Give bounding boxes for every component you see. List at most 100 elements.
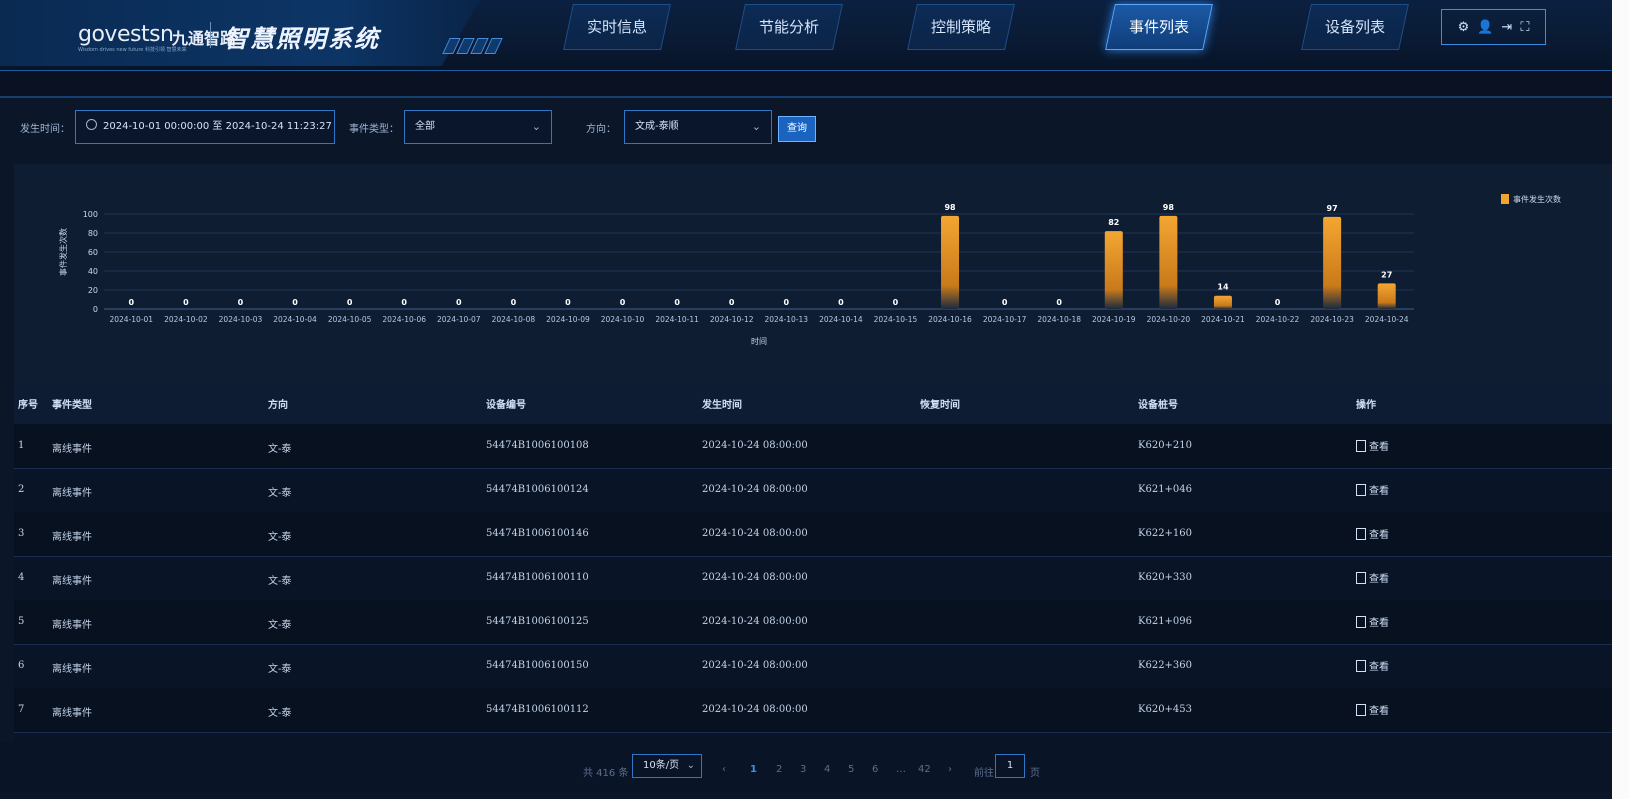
page-3[interactable]: 3 (800, 764, 806, 775)
direction-value: 文成-泰顺 (635, 121, 679, 132)
nav-tab-strategy[interactable]: 控制策略 (907, 4, 1015, 50)
y-tick-label: 60 (88, 248, 98, 257)
fullscreen-icon[interactable]: ⛶ (1520, 20, 1529, 35)
value-label-2024-10-09: 0 (565, 298, 571, 307)
user-icon[interactable]: 👤 (1477, 20, 1493, 35)
page-size-value: 10条/页 (643, 760, 680, 771)
value-label-2024-10-19: 82 (1108, 218, 1119, 227)
cell-time: 2024-10-24 08:00:00 (702, 660, 808, 671)
time-range-picker[interactable]: 2024-10-01 00:00:00 至 2024-10-24 11:23:2… (75, 110, 335, 144)
event-type-select[interactable]: 全部 ⌄ (404, 110, 552, 144)
cell-direction: 文-泰 (268, 576, 292, 587)
document-icon (1356, 704, 1366, 716)
cell-device: 54474B1006100124 (486, 484, 589, 495)
goto-input[interactable]: 1 (995, 754, 1025, 778)
app-frame: govestsn 九通智路 Wisdom drives new future 科… (0, 0, 1612, 799)
x-tick-label-2024-10-15: 2024-10-15 (874, 315, 918, 324)
cell-direction: 文-泰 (268, 444, 292, 455)
view-button[interactable]: 查看 (1356, 614, 1389, 629)
cell-no: 3 (18, 528, 25, 539)
page-ellipsis[interactable]: … (896, 764, 906, 775)
page-42[interactable]: 42 (918, 764, 931, 775)
page-size-select[interactable]: 10条/页 ⌄ (632, 754, 702, 778)
table-row: 4 离线事件 文-泰 54474B1006100110 2024-10-24 08:00… (14, 556, 1612, 601)
x-tick-label-2024-10-02: 2024-10-02 (164, 315, 208, 324)
x-tick-label-2024-10-19: 2024-10-19 (1092, 315, 1136, 324)
chevron-down-icon: ⌄ (686, 760, 695, 771)
cell-direction: 文-泰 (268, 664, 292, 675)
event-table: 序号 事件类型 方向 设备编号 发生时间 恢复时间 设备桩号 操作 1 离线事件文… (14, 384, 1612, 744)
view-button[interactable]: 查看 (1356, 658, 1389, 673)
chart-bars (941, 215, 1396, 309)
page-6[interactable]: 6 (872, 764, 878, 775)
page-2[interactable]: 2 (776, 764, 782, 775)
view-button[interactable]: 查看 (1356, 570, 1389, 585)
gear-icon[interactable]: ⚙ (1458, 20, 1470, 35)
event-bar-chart: 0 20 40 60 80 100 0 2024-10-01 0 2024-10-02 0 2024-… (58, 194, 1561, 346)
bar-2024-10-19 (1104, 231, 1123, 309)
nav-tab-devices[interactable]: 设备列表 (1301, 4, 1409, 50)
logo-wordmark: govestsn (78, 22, 174, 47)
value-label-2024-10-05: 0 (347, 298, 353, 307)
cell-stake: K620+210 (1138, 440, 1193, 451)
prev-page-button[interactable]: ‹ (722, 764, 726, 775)
bar-2024-10-16 (941, 215, 960, 309)
cell-stake: K622+160 (1138, 528, 1193, 539)
x-tick-label-2024-10-07: 2024-10-07 (437, 315, 481, 324)
x-tick-label-2024-10-14: 2024-10-14 (819, 315, 863, 324)
value-label-2024-10-24: 27 (1381, 270, 1392, 279)
view-button[interactable]: 查看 (1356, 482, 1389, 497)
view-button[interactable]: 查看 (1356, 526, 1389, 541)
value-label-2024-10-18: 0 (1056, 298, 1062, 307)
nav-tab-energy[interactable]: 节能分析 (735, 4, 843, 50)
system-title: 智慧照明系统 (224, 25, 380, 53)
cell-stake: K621+096 (1138, 616, 1193, 627)
view-button[interactable]: 查看 (1356, 438, 1389, 453)
cell-type: 离线事件 (52, 444, 92, 455)
value-label-2024-10-20: 98 (1163, 203, 1175, 212)
y-tick-label: 40 (88, 267, 98, 276)
view-button[interactable]: 查看 (1356, 702, 1389, 717)
col-no: 序号 (18, 400, 38, 411)
goto-suffix: 页 (1030, 768, 1040, 779)
next-page-button[interactable]: › (948, 764, 952, 775)
cell-device: 54474B1006100110 (486, 572, 589, 583)
goto-label: 前往 (974, 768, 994, 779)
nav-tab-realtime[interactable]: 实时信息 (563, 4, 671, 50)
table-row: 6 离线事件 文-泰 54474B1006100150 2024-10-24 08:00… (14, 644, 1612, 689)
page-1[interactable]: 1 (750, 764, 757, 775)
value-label-2024-10-12: 0 (729, 298, 735, 307)
view-label: 查看 (1369, 574, 1389, 585)
value-label-2024-10-11: 0 (674, 298, 680, 307)
chevron-down-icon: ⌄ (531, 120, 541, 133)
clock-icon (86, 119, 97, 130)
cell-no: 7 (18, 704, 25, 715)
cell-type: 离线事件 (52, 488, 92, 499)
x-tick-label-2024-10-22: 2024-10-22 (1256, 315, 1300, 324)
query-button[interactable]: 查询 (778, 116, 816, 142)
direction-select[interactable]: 文成-泰顺 ⌄ (624, 110, 772, 144)
top-header: govestsn 九通智路 Wisdom drives new future 科… (0, 0, 1612, 71)
x-tick-label-2024-10-10: 2024-10-10 (601, 315, 645, 324)
table-row: 5 离线事件 文-泰 54474B1006100125 2024-10-24 08:00… (14, 600, 1612, 645)
time-start: 2024-10-01 00:00:00 (103, 121, 210, 132)
document-icon (1356, 528, 1366, 540)
page-5[interactable]: 5 (848, 764, 854, 775)
cell-type: 离线事件 (52, 576, 92, 587)
page-4[interactable]: 4 (824, 764, 830, 775)
cell-time: 2024-10-24 08:00:00 (702, 616, 808, 627)
time-separator: 至 (212, 121, 223, 132)
value-label-2024-10-10: 0 (620, 298, 626, 307)
table-row: 3 离线事件 文-泰 54474B1006100146 2024-10-24 08:00… (14, 512, 1612, 557)
x-tick-label-2024-10-21: 2024-10-21 (1201, 315, 1245, 324)
cell-time: 2024-10-24 08:00:00 (702, 528, 808, 539)
logo-divider (210, 22, 211, 48)
sub-bar (0, 72, 1612, 96)
cell-type: 离线事件 (52, 708, 92, 719)
cell-type: 离线事件 (52, 664, 92, 675)
cell-direction: 文-泰 (268, 708, 292, 719)
value-label-2024-10-14: 0 (838, 298, 844, 307)
nav-tab-events[interactable]: 事件列表 (1105, 4, 1213, 50)
y-tick-label: 80 (88, 229, 98, 238)
logout-icon[interactable]: ⇥ (1501, 20, 1512, 35)
